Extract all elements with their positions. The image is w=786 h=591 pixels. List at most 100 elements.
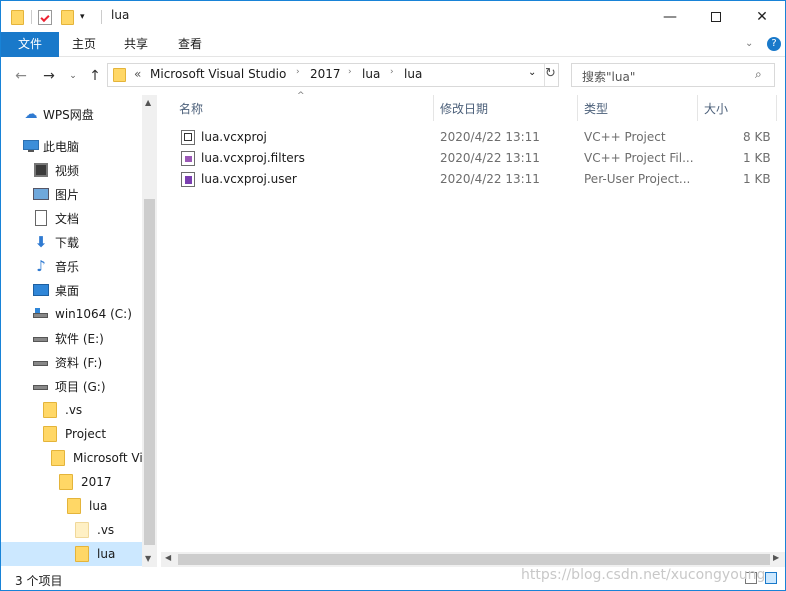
nav-item-music[interactable]: ♪ 音乐: [33, 255, 79, 277]
watermark: https://blog.csdn.net/xucongyoung: [521, 567, 766, 583]
recent-locations-button[interactable]: ⌄: [63, 67, 83, 85]
breadcrumb-separator-icon: ›: [390, 67, 394, 77]
nav-item-downloads[interactable]: ⬇ 下载: [33, 231, 79, 253]
folder-icon: [43, 426, 59, 442]
desktop-icon: [33, 282, 49, 298]
column-date[interactable]: 修改日期: [440, 100, 488, 117]
file-row[interactable]: lua.vcxproj.filters 2020/4/22 13:11 VC++…: [161, 148, 785, 169]
horizontal-scrollbar-thumb[interactable]: [178, 554, 770, 565]
column-separator[interactable]: [433, 95, 434, 121]
nav-label: WPS网盘: [43, 107, 94, 122]
folder-icon: [75, 546, 91, 562]
breadcrumb-lua-current[interactable]: lua: [404, 67, 422, 81]
nav-item-drive-e[interactable]: 软件 (E:): [33, 327, 104, 349]
download-icon: ⬇: [34, 233, 48, 251]
nav-item-desktop[interactable]: 桌面: [33, 279, 79, 301]
nav-label: 资料 (F:): [55, 355, 103, 370]
nav-label: 此电脑: [43, 139, 80, 154]
breadcrumb-2017[interactable]: 2017: [310, 67, 341, 81]
computer-icon: [23, 138, 39, 154]
nav-item-wps-cloud[interactable]: ☁ WPS网盘: [23, 103, 94, 125]
nav-tree-lua-vs[interactable]: .vs: [75, 519, 114, 541]
nav-item-documents[interactable]: 文档: [33, 207, 79, 229]
nav-item-pictures[interactable]: 图片: [33, 183, 79, 205]
scroll-up-icon[interactable]: ▲: [145, 98, 151, 107]
column-separator[interactable]: [697, 95, 698, 121]
breadcrumb-microsoft-visual-studio[interactable]: Microsoft Visual Studio: [150, 67, 286, 81]
back-button[interactable]: ←: [11, 67, 31, 85]
column-separator[interactable]: [577, 95, 578, 121]
maximize-button[interactable]: [693, 1, 739, 32]
nav-label: 文档: [55, 211, 80, 226]
up-button[interactable]: ↑: [85, 67, 105, 85]
nav-item-drive-c[interactable]: win1064 (C:): [33, 303, 132, 325]
document-icon: [33, 210, 49, 226]
nav-tree-microsoft-visual-studio[interactable]: Microsoft Vi: [51, 447, 143, 469]
nav-item-drive-f[interactable]: 资料 (F:): [33, 351, 102, 373]
breadcrumb-lua[interactable]: lua: [362, 67, 380, 81]
nav-tree-lua[interactable]: lua: [67, 495, 107, 517]
nav-tree-lua-selected[interactable]: lua: [75, 543, 115, 565]
refresh-icon[interactable]: ↻: [545, 66, 556, 81]
file-list-horizontal-scrollbar[interactable]: ◀ ▶: [161, 552, 785, 567]
nav-tree-project[interactable]: Project: [43, 423, 106, 445]
file-date: 2020/4/22 13:11: [440, 130, 540, 144]
tab-view[interactable]: 查看: [165, 32, 215, 57]
drive-icon: [33, 378, 49, 394]
drive-icon: [33, 306, 49, 322]
nav-label: 2017: [81, 475, 112, 489]
expand-ribbon-icon[interactable]: ⌄: [745, 38, 753, 49]
maximize-icon: [711, 11, 721, 22]
drive-icon: [33, 330, 49, 346]
tab-home[interactable]: 主页: [61, 32, 107, 57]
column-name[interactable]: 名称: [179, 100, 203, 117]
file-name: lua.vcxproj.filters: [201, 151, 305, 165]
large-icons-view-icon[interactable]: [765, 572, 777, 584]
forward-button[interactable]: →: [39, 67, 59, 85]
breadcrumb-separator-icon: ›: [348, 67, 352, 77]
folder-icon: [59, 474, 75, 490]
nav-scrollbar-thumb[interactable]: [144, 199, 155, 545]
tab-file[interactable]: 文件: [1, 32, 59, 57]
customize-toolbar-icon[interactable]: ▾: [80, 12, 85, 22]
search-icon[interactable]: ⌕: [755, 67, 762, 82]
search-input[interactable]: 搜索"lua": [582, 68, 635, 85]
scroll-left-icon[interactable]: ◀: [165, 553, 171, 562]
nav-item-drive-g[interactable]: 项目 (G:): [33, 375, 106, 397]
address-bar[interactable]: « Microsoft Visual Studio › 2017 › lua ›…: [107, 63, 559, 87]
chevron-down-icon: ⌄: [69, 71, 77, 81]
file-name: lua.vcxproj.user: [201, 172, 297, 186]
file-row[interactable]: lua.vcxproj.user 2020/4/22 13:11 Per-Use…: [161, 169, 785, 190]
minimize-icon: —: [663, 8, 677, 25]
minimize-button[interactable]: —: [647, 1, 693, 32]
nav-tree-vs[interactable]: .vs: [43, 399, 82, 421]
nav-item-this-pc[interactable]: 此电脑: [23, 135, 79, 157]
close-button[interactable]: ✕: [739, 1, 785, 32]
item-count: 3 个项目: [15, 574, 63, 588]
file-type: VC++ Project Fil...: [584, 151, 694, 165]
cloud-icon: ☁: [24, 106, 38, 122]
title-divider: [101, 10, 102, 24]
help-icon[interactable]: ?: [767, 37, 781, 51]
new-folder-icon[interactable]: [61, 9, 74, 25]
breadcrumb-overflow[interactable]: «: [134, 67, 141, 81]
column-separator[interactable]: [776, 95, 777, 121]
column-header-row: ^ 名称 修改日期 类型 大小: [161, 91, 785, 121]
breadcrumb-separator-icon: ›: [296, 67, 300, 77]
nav-scrollbar[interactable]: ▲ ▼: [142, 95, 157, 567]
nav-label: 视频: [55, 163, 80, 178]
ribbon: 文件 主页 共享 查看 ⌄ ?: [1, 32, 785, 57]
search-box[interactable]: 搜索"lua" ⌕: [571, 63, 775, 87]
scroll-right-icon[interactable]: ▶: [773, 553, 779, 562]
tab-share[interactable]: 共享: [113, 32, 159, 57]
address-dropdown-icon[interactable]: ⌄: [528, 67, 536, 78]
column-type[interactable]: 类型: [584, 100, 608, 117]
scroll-down-icon[interactable]: ▼: [145, 554, 151, 563]
nav-label: 下载: [55, 235, 80, 250]
column-size[interactable]: 大小: [704, 100, 728, 117]
file-row[interactable]: lua.vcxproj 2020/4/22 13:11 VC++ Project…: [161, 127, 785, 148]
nav-tree-2017[interactable]: 2017: [59, 471, 112, 493]
nav-item-videos[interactable]: 视频: [33, 159, 79, 181]
file-date: 2020/4/22 13:11: [440, 151, 540, 165]
properties-icon[interactable]: [38, 9, 52, 25]
